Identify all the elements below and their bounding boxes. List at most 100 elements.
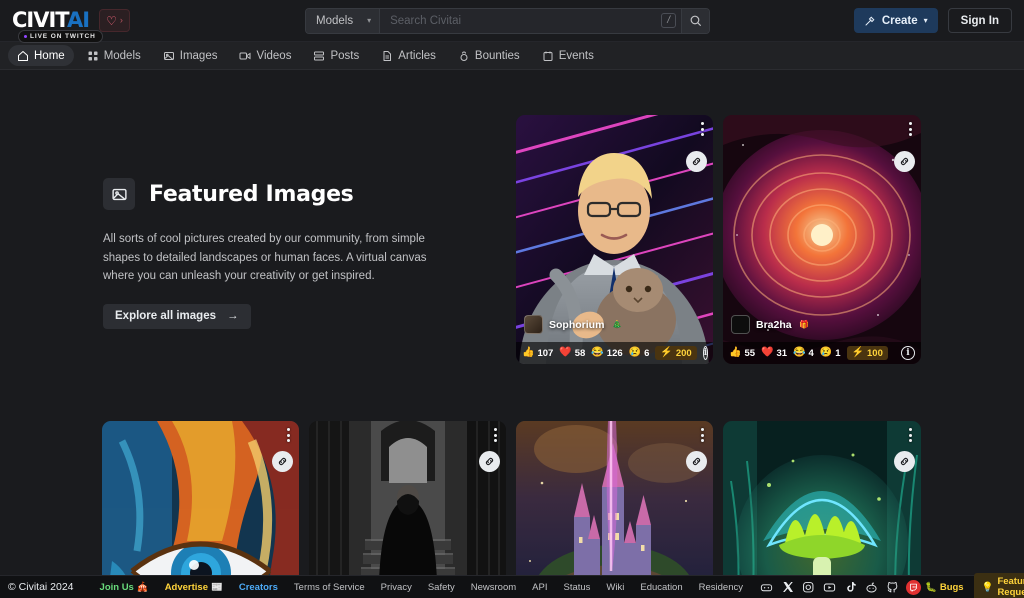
footer-link-join-us[interactable]: Join Us🎪 — [92, 582, 157, 593]
stat-count: 55 — [744, 348, 755, 359]
featured-description: All sorts of cool pictures created by ou… — [103, 230, 430, 286]
boost-count: 200 — [676, 348, 692, 359]
nav-label: Events — [559, 50, 594, 62]
reddit-icon[interactable] — [864, 580, 879, 595]
stat-count: 107 — [537, 348, 553, 359]
stat-boost[interactable]: ⚡100 — [847, 346, 888, 360]
card-menu-button[interactable] — [909, 428, 912, 442]
youtube-icon[interactable] — [822, 580, 837, 595]
logo-text: CIVITAI — [12, 10, 89, 31]
card-link-badge[interactable] — [686, 451, 707, 472]
stat-count: 4 — [809, 348, 814, 359]
nav-item-events[interactable]: Events — [533, 45, 603, 66]
footer-link-safety[interactable]: Safety — [420, 582, 463, 593]
lightning-icon: ⚡ — [852, 348, 864, 358]
stat-boost[interactable]: ⚡200 — [655, 346, 696, 360]
artwork-illustration — [309, 421, 506, 575]
nav-item-home[interactable]: Home — [8, 45, 74, 66]
stat-heart[interactable]: ❤️31 — [761, 348, 787, 359]
nav-item-posts[interactable]: Posts — [304, 45, 368, 66]
create-button-label: Create — [882, 15, 918, 27]
card-user-row[interactable]: Sophorium 🎄 — [516, 315, 713, 334]
stat-laugh[interactable]: 😂126 — [591, 348, 622, 359]
card-link-badge[interactable] — [894, 451, 915, 472]
stat-laugh[interactable]: 😂4 — [793, 348, 814, 359]
footer-link-advertise[interactable]: Advertise📰 — [157, 582, 231, 593]
chain-link-icon — [277, 456, 288, 467]
image-card-shadelling[interactable]: shadelling1972394 🔴 — [516, 421, 713, 575]
stat-like[interactable]: 👍55 — [729, 348, 755, 359]
card-user-row[interactable]: Bra2ha 🎁 — [723, 315, 921, 334]
signin-button[interactable]: Sign In — [948, 8, 1012, 33]
explore-button-label: Explore all images — [115, 310, 216, 322]
image-icon — [111, 186, 128, 203]
nav-item-bounties[interactable]: Bounties — [449, 45, 529, 66]
search-icon — [689, 14, 702, 27]
nav-item-videos[interactable]: Videos — [230, 45, 300, 66]
instagram-icon[interactable] — [801, 580, 816, 595]
thumbs-up-icon: 👍 — [522, 348, 534, 358]
avatar — [524, 315, 543, 334]
footer-link-education[interactable]: Education — [632, 582, 690, 593]
brand-logo[interactable]: CIVITAI LIVE ON TWITCH — [12, 10, 89, 31]
create-button[interactable]: Create ▾ — [854, 8, 938, 33]
feature-requests-button[interactable]: 💡Feature Requests — [974, 573, 1024, 598]
nav-item-articles[interactable]: Articles — [372, 45, 445, 66]
tiktok-icon[interactable] — [843, 580, 858, 595]
logo-main: CIVIT — [12, 8, 67, 32]
card-link-badge[interactable] — [272, 451, 293, 472]
footer-link-newsroom[interactable]: Newsroom — [463, 582, 524, 593]
stat-count: 1 — [835, 348, 840, 359]
footer-link-privacy[interactable]: Privacy — [373, 582, 420, 593]
chain-link-icon — [691, 156, 702, 167]
image-card-engelstein[interactable]: Engelstein — [309, 421, 506, 575]
footer-link-residency[interactable]: Residency — [691, 582, 751, 593]
footer-link-status[interactable]: Status — [555, 582, 598, 593]
card-info-button[interactable]: i — [703, 346, 708, 360]
footer-link-api[interactable]: API — [524, 582, 555, 593]
card-username: Bra2ha — [756, 319, 792, 331]
site-footer: © Civitai 2024 Join Us🎪 Advertise📰 Creat… — [0, 575, 1024, 598]
card-menu-button[interactable] — [701, 122, 704, 136]
chain-link-icon — [899, 156, 910, 167]
search-input[interactable] — [380, 15, 661, 27]
card-link-badge[interactable] — [479, 451, 500, 472]
laugh-icon: 😂 — [591, 348, 603, 358]
github-icon[interactable] — [885, 580, 900, 595]
card-menu-button[interactable] — [494, 428, 497, 442]
footer-link-creators[interactable]: Creators — [231, 582, 286, 593]
footer-link-wiki[interactable]: Wiki — [598, 582, 632, 593]
image-card-sophorium[interactable]: Sophorium 🎄 👍107 ❤️58 😂126 😢6 ⚡200 i — [516, 115, 713, 364]
stat-cry[interactable]: 😢6 — [629, 348, 650, 359]
x-twitter-icon[interactable] — [780, 580, 795, 595]
nav-item-images[interactable]: Images — [154, 45, 227, 66]
nav-label: Articles — [398, 50, 436, 62]
stat-cry[interactable]: 😢1 — [820, 348, 841, 359]
stat-heart[interactable]: ❤️58 — [559, 348, 585, 359]
article-icon — [381, 50, 393, 62]
explore-all-images-button[interactable]: Explore all images → — [103, 304, 251, 329]
twitch-icon[interactable] — [906, 580, 921, 595]
stat-like[interactable]: 👍107 — [522, 348, 553, 359]
image-card-foxm131249[interactable]: foxm131249 — [723, 421, 921, 575]
favorites-button[interactable]: ♡ › — [99, 9, 130, 32]
card-menu-button[interactable] — [909, 122, 912, 136]
discord-icon[interactable] — [759, 580, 774, 595]
grid-icon — [87, 50, 99, 62]
card-info-button[interactable]: i — [901, 346, 915, 360]
stat-count: 31 — [776, 348, 787, 359]
nav-item-models[interactable]: Models — [78, 45, 150, 66]
card-menu-button[interactable] — [287, 428, 290, 442]
card-menu-button[interactable] — [701, 428, 704, 442]
cry-icon: 😢 — [629, 348, 641, 358]
search-category-select[interactable]: Models ▾ — [306, 9, 380, 33]
footer-link-terms-of-service[interactable]: Terms of Service — [286, 582, 373, 593]
card-link-badge[interactable] — [894, 151, 915, 172]
nav-label: Images — [180, 50, 218, 62]
search-submit-button[interactable] — [681, 9, 709, 33]
top-header: CIVITAI LIVE ON TWITCH ♡ › Models ▾ / — [0, 0, 1024, 42]
bugs-button[interactable]: 🐛Bugs — [921, 582, 968, 593]
image-card-bra2ha[interactable]: Bra2ha 🎁 👍55 ❤️31 😂4 😢1 ⚡100 i — [723, 115, 921, 364]
image-card-wolfvantrack[interactable]: wolfvantrack 🌀 — [102, 421, 299, 575]
card-link-badge[interactable] — [686, 151, 707, 172]
